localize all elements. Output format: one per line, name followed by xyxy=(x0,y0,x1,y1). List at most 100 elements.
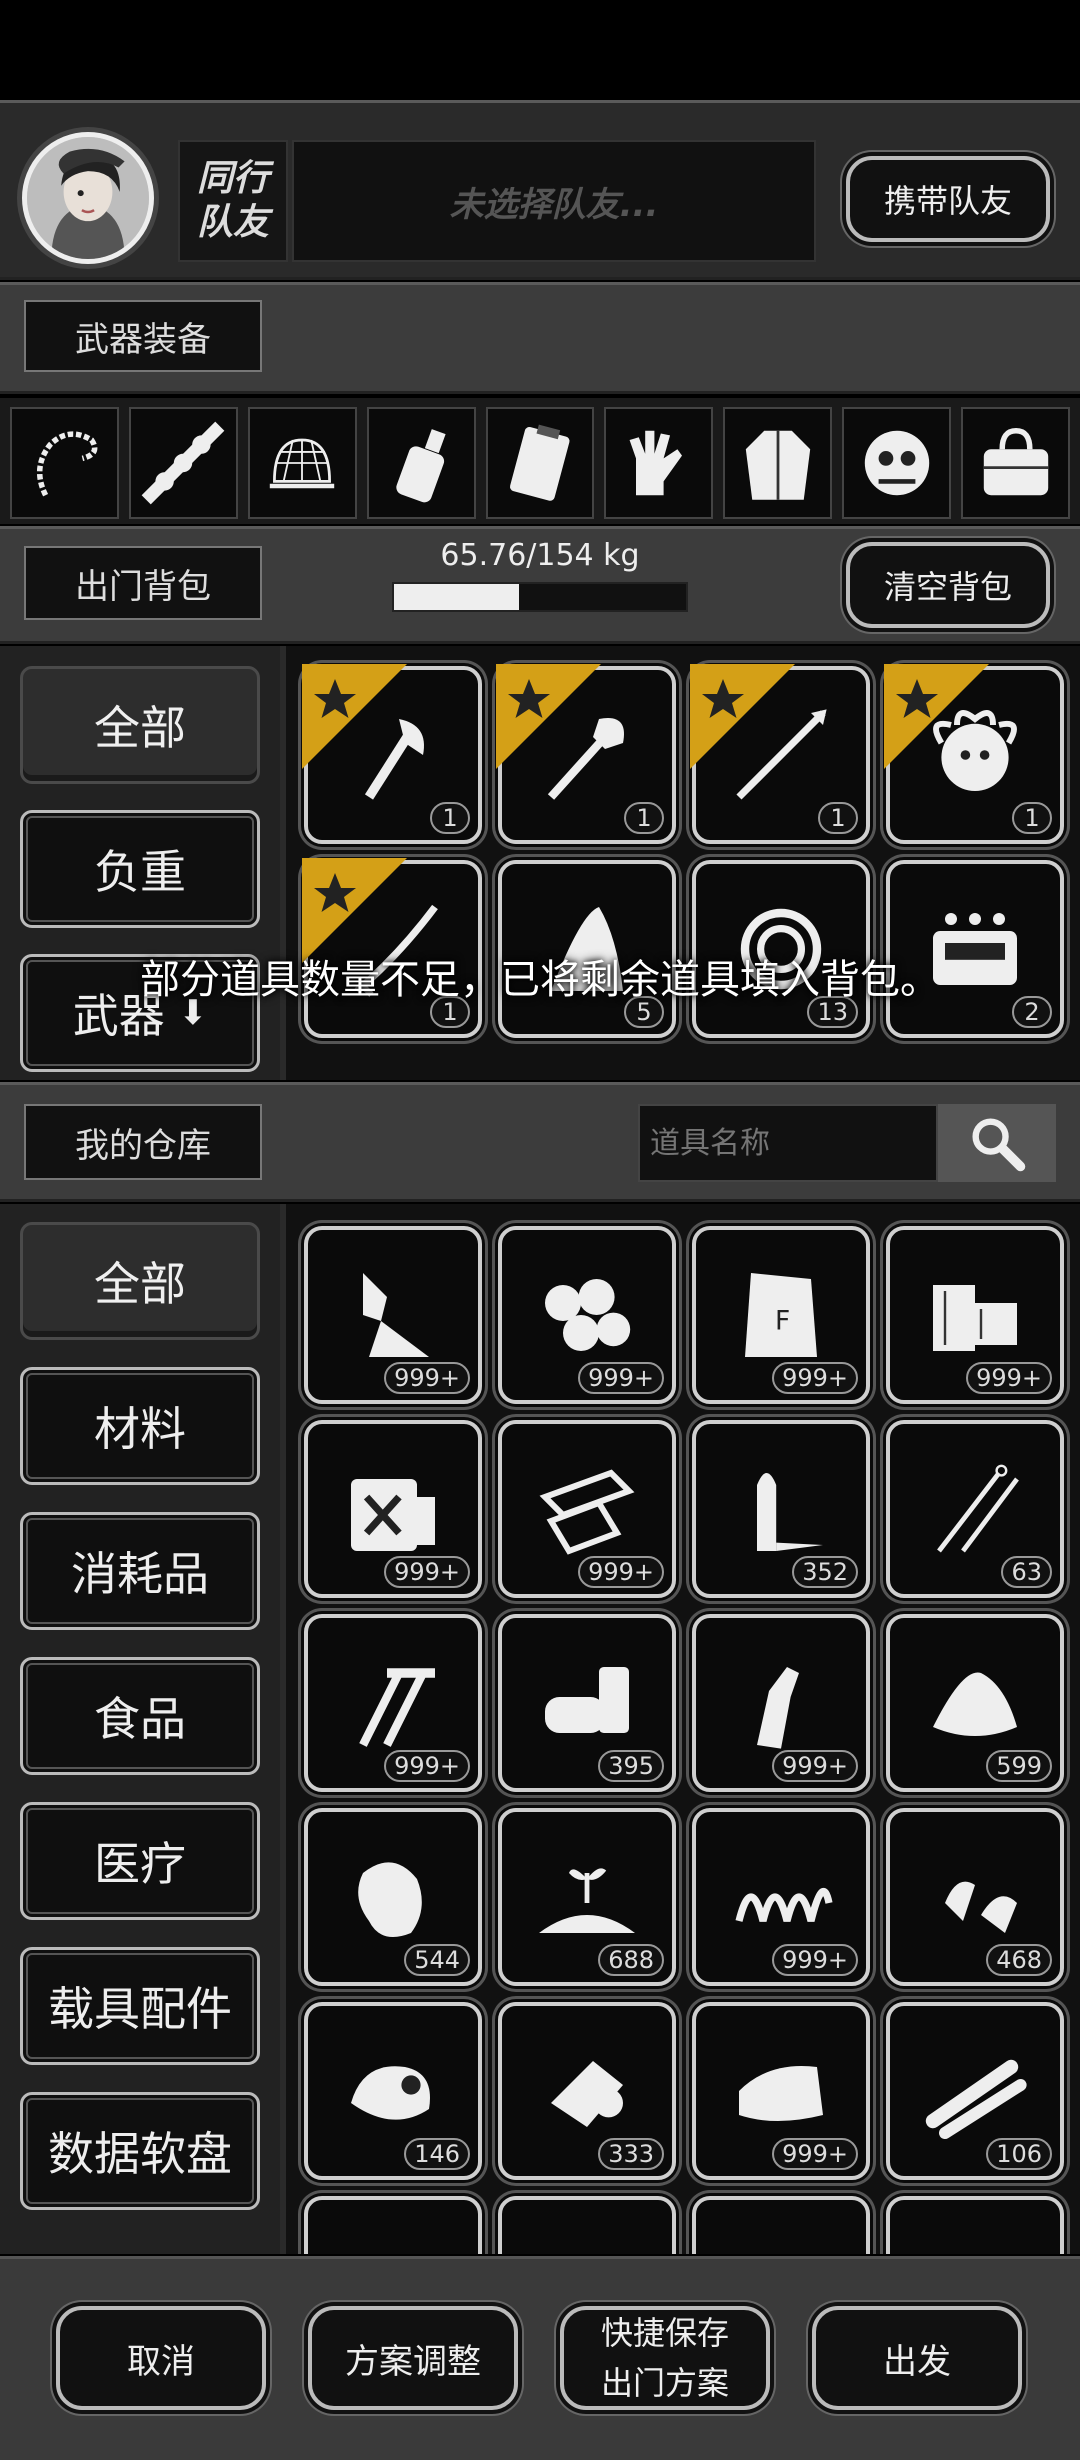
adjust-plan-button[interactable]: 方案调整 xyxy=(308,2306,518,2410)
warehouse-item-slot[interactable]: 146 xyxy=(304,2002,482,2180)
towel-icon xyxy=(739,2066,823,2121)
depart-button[interactable]: 出发 xyxy=(812,2306,1022,2410)
search-icon xyxy=(972,1118,1026,1172)
warehouse-category-materials[interactable]: 材料 xyxy=(20,1367,260,1485)
equip-slot-grenade-belt[interactable] xyxy=(128,407,238,519)
net-icon xyxy=(270,438,335,489)
ghillie-mask-icon xyxy=(864,430,929,496)
equip-slot-gloves[interactable] xyxy=(604,407,714,519)
equip-slot-bag[interactable] xyxy=(961,407,1071,519)
item-count-badge: 333 xyxy=(598,2138,664,2170)
soil-sprout-icon xyxy=(539,1868,635,1933)
depart-label: 出发 xyxy=(883,2341,951,2382)
warehouse-item-slot[interactable]: 333 xyxy=(498,2002,676,2180)
backpack-item-slot[interactable]: 1 xyxy=(302,664,482,844)
warehouse-category-food[interactable]: 食品 xyxy=(20,1657,260,1775)
warehouse-search-button[interactable] xyxy=(938,1104,1056,1182)
warehouse-category-label: 食品 xyxy=(94,1692,186,1746)
cans-icon xyxy=(545,1667,629,1733)
carry-teammate-button[interactable]: 携带队友 xyxy=(846,156,1050,242)
equip-slot-ghillie[interactable] xyxy=(842,407,952,519)
carry-teammate-label: 携带队友 xyxy=(883,182,1012,220)
equip-slot-bottle[interactable] xyxy=(366,407,476,519)
clear-backpack-label: 清空背包 xyxy=(883,568,1012,606)
equip-slot-jacket[interactable] xyxy=(723,407,833,519)
metal-sheets-icon xyxy=(539,1469,635,1555)
warehouse-item-slot[interactable]: 63 xyxy=(886,1420,1064,1598)
warehouse-search-input[interactable] xyxy=(638,1104,938,1182)
jars-icon xyxy=(915,2225,1035,2254)
warehouse-item-slot[interactable]: 468 xyxy=(886,1808,1064,1986)
item-count-badge: 1 xyxy=(818,802,858,834)
backpack-category-load[interactable]: 负重 xyxy=(20,810,260,928)
warehouse-item-slot[interactable]: 999+ xyxy=(304,1226,482,1404)
warehouse-category-all[interactable]: 全部 xyxy=(20,1222,260,1340)
warehouse-category-vehicle-parts[interactable]: 载具配件 xyxy=(20,1947,260,2065)
warehouse-item-slot[interactable]: 999+ xyxy=(498,1226,676,1404)
warehouse-item-slot[interactable]: 544 xyxy=(304,1808,482,1986)
quick-save-plan-button[interactable]: 快捷保存 出门方案 xyxy=(560,2306,770,2410)
fabric-roll-icon xyxy=(551,2061,623,2127)
warehouse-item-slot[interactable]: 999+ xyxy=(304,1420,482,1598)
backpack-toast-text: 部分道具数量不足，已将剩余道具填入背包。 xyxy=(140,957,940,1003)
backpack-category-all-label: 全部 xyxy=(94,701,186,755)
teammate-title: 同行 队友 xyxy=(178,140,288,262)
fuel-can-icon xyxy=(351,1479,435,1551)
backpack-item-slot[interactable]: 1 xyxy=(884,664,1064,844)
equip-slot-clipboard[interactable] xyxy=(485,407,595,519)
teammate-avatar[interactable] xyxy=(22,132,154,264)
warehouse-item-slot[interactable]: F 999+ xyxy=(692,1226,870,1404)
feather-icon xyxy=(527,2225,647,2254)
warehouse-category-consumables[interactable]: 消耗品 xyxy=(20,1512,260,1630)
warehouse-item-slot[interactable]: 999+ xyxy=(692,1614,870,1792)
item-count-badge: 999+ xyxy=(772,1944,858,1976)
warehouse-section-label: 我的仓库 xyxy=(24,1104,262,1180)
backpack-category-load-label: 负重 xyxy=(94,845,186,899)
warehouse-item-slot[interactable] xyxy=(886,2196,1064,2254)
warehouse-item-slot[interactable]: 999+ xyxy=(886,1226,1064,1404)
warehouse-item-slot[interactable]: 688 xyxy=(498,1808,676,1986)
weapons-section-text: 武器装备 xyxy=(75,319,211,360)
warehouse-item-slot[interactable]: 106 xyxy=(886,2002,1064,2180)
item-count-badge: 1 xyxy=(624,802,664,834)
backpack-category-all[interactable]: 全部 xyxy=(20,666,260,784)
warehouse-item-slot[interactable] xyxy=(498,2196,676,2254)
clear-backpack-button[interactable]: 清空背包 xyxy=(846,542,1050,628)
leather-icon xyxy=(358,1862,422,1937)
item-count-badge: 146 xyxy=(404,2138,470,2170)
pipes-icon xyxy=(925,2059,1027,2139)
cancel-label: 取消 xyxy=(127,2341,195,2382)
warehouse-item-slot[interactable]: 999+ xyxy=(692,2002,870,2180)
item-count-badge: 999+ xyxy=(772,1362,858,1394)
cancel-button[interactable]: 取消 xyxy=(56,2306,266,2410)
equip-slot-rope[interactable] xyxy=(10,407,119,519)
item-count-badge: 999+ xyxy=(966,1362,1052,1394)
quick-save-line2: 出门方案 xyxy=(600,2364,729,2402)
backpack-weight-text: 65.76/154 kg xyxy=(440,538,640,573)
svg-text:F: F xyxy=(775,1305,790,1336)
warehouse-item-slot[interactable]: 999+ xyxy=(498,1420,676,1598)
cloth-bundle-icon xyxy=(351,2066,430,2120)
backpack-item-slot[interactable]: 1 xyxy=(690,664,870,844)
warehouse-category-label: 载具配件 xyxy=(48,1982,232,2036)
item-count-badge: 999+ xyxy=(384,1750,470,1782)
equip-slot-net[interactable] xyxy=(247,407,357,519)
warehouse-item-slot[interactable]: 999+ xyxy=(304,1614,482,1792)
warehouse-item-slot[interactable]: 999+ xyxy=(692,1808,870,1986)
teammate-status-text: 未选择队友... xyxy=(449,184,659,225)
item-count-badge: 468 xyxy=(986,1944,1052,1976)
backpack-item-slot[interactable]: 1 xyxy=(496,664,676,844)
item-count-badge: 999+ xyxy=(384,1556,470,1588)
item-count-badge: 352 xyxy=(792,1556,858,1588)
warehouse-item-slot[interactable]: 352 xyxy=(692,1420,870,1598)
item-count-badge: 999+ xyxy=(578,1556,664,1588)
warehouse-item-slot[interactable] xyxy=(692,2196,870,2254)
warehouse-item-slot[interactable] xyxy=(304,2196,482,2254)
rope-icon xyxy=(37,431,98,497)
item-count-badge: 999+ xyxy=(578,1362,664,1394)
warehouse-item-slot[interactable]: 599 xyxy=(886,1614,1064,1792)
warehouse-category-data-disks[interactable]: 数据软盘 xyxy=(20,2092,260,2210)
warehouse-category-medical[interactable]: 医疗 xyxy=(20,1802,260,1920)
glue-tube-icon xyxy=(363,1273,429,1357)
warehouse-item-slot[interactable]: 395 xyxy=(498,1614,676,1792)
